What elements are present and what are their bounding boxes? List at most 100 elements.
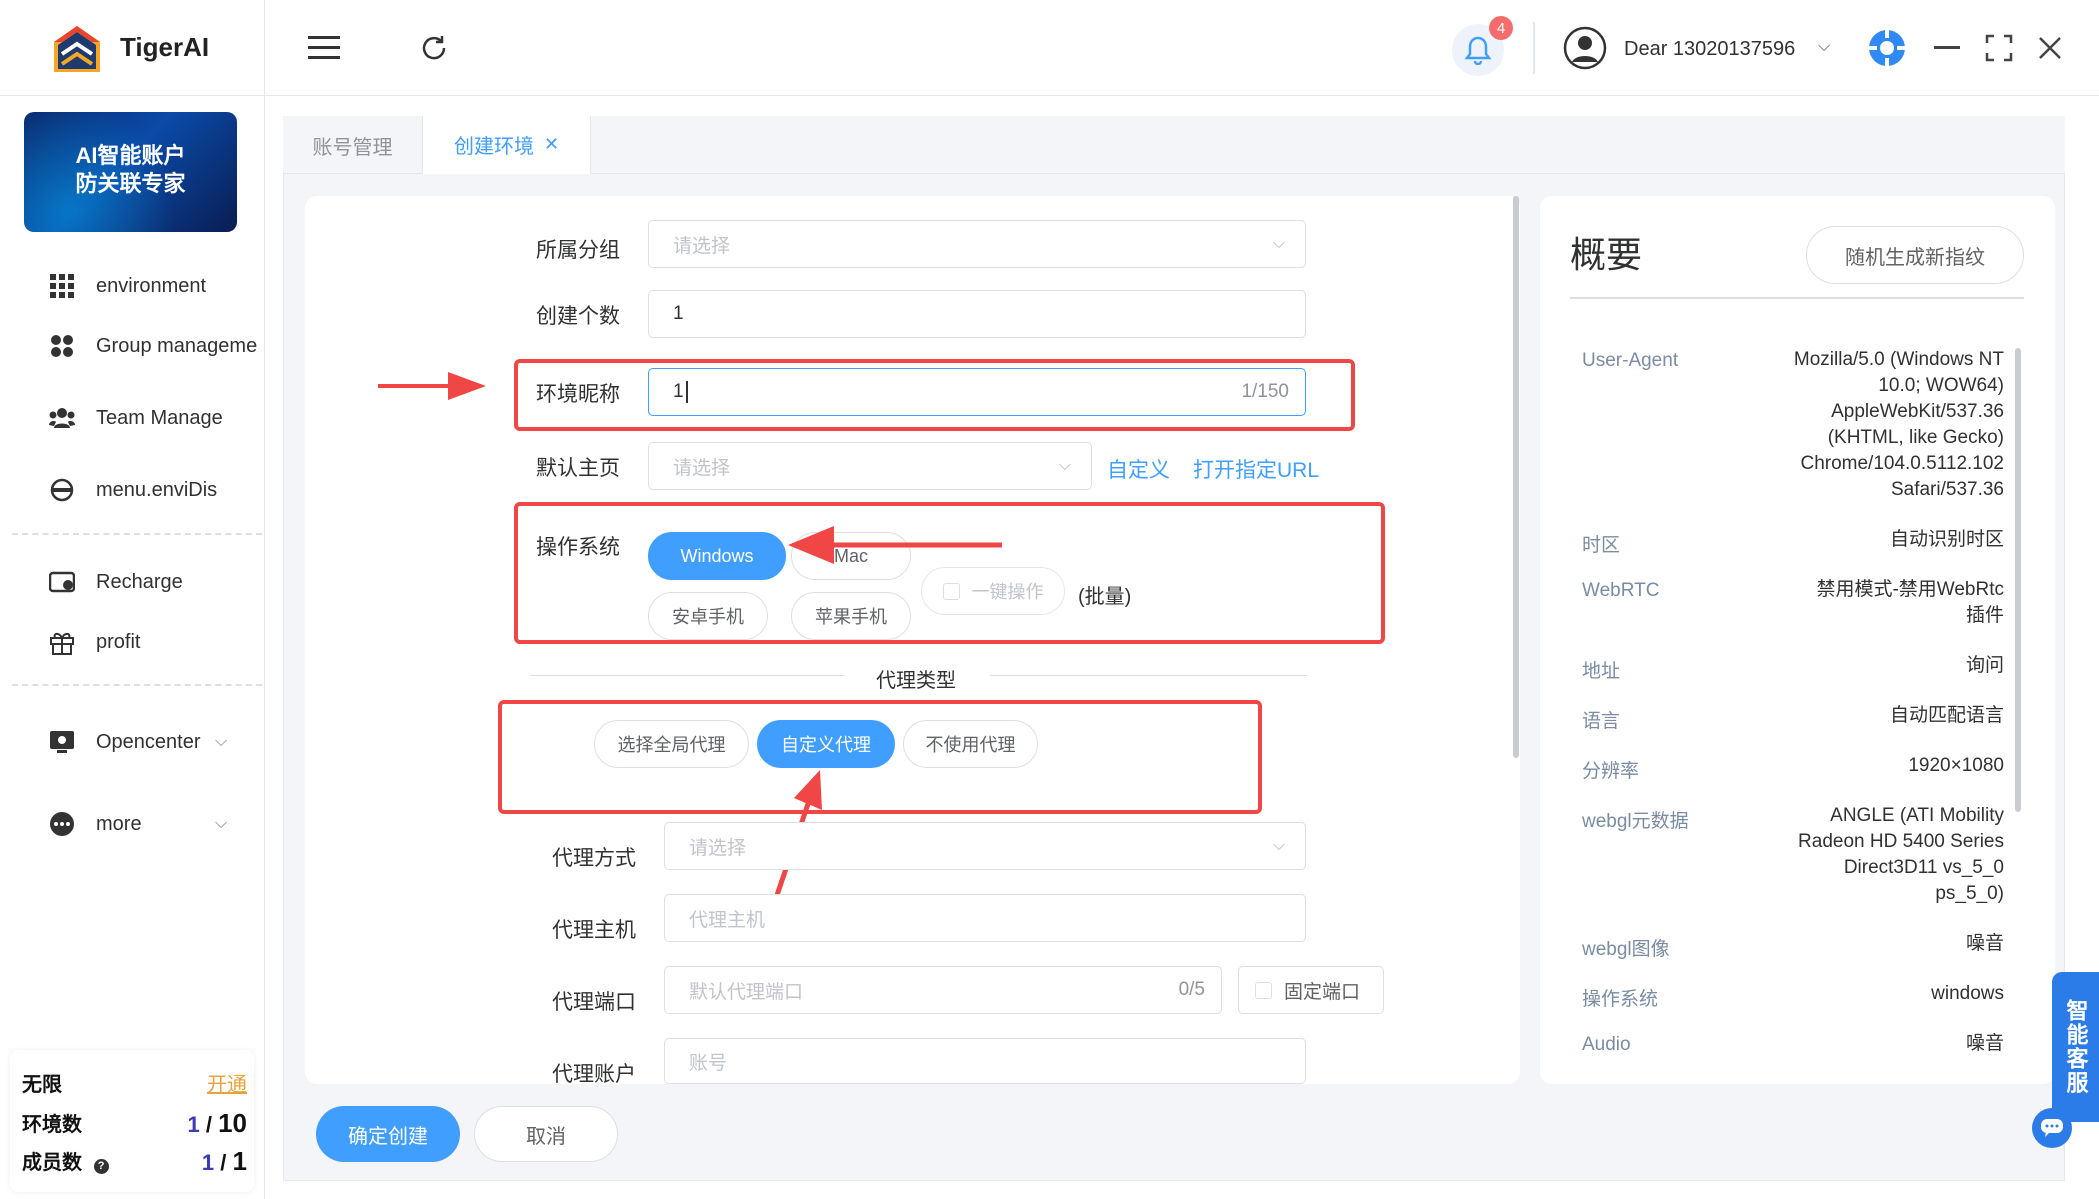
sidebar-item-recharge[interactable]: Recharge — [0, 558, 265, 606]
chevron-down-icon: ⌵ — [1272, 235, 1285, 252]
env-separator: / — [205, 1112, 212, 1137]
regenerate-fingerprint-button[interactable]: 随机生成新指纹 — [1806, 226, 2024, 284]
menu-toggle-icon[interactable] — [306, 30, 342, 66]
help-icon[interactable]: ? — [93, 1159, 109, 1174]
tab-label: 创建环境 — [453, 136, 534, 158]
proxy-option-custom[interactable]: 自定义代理 — [757, 720, 895, 768]
proxy-port-counter: 0/5 — [1178, 979, 1205, 1000]
count-input[interactable]: 1 — [648, 290, 1306, 338]
browser-icon[interactable] — [1866, 27, 1908, 69]
summary-key: webgl图像 — [1582, 939, 1670, 960]
summary-key: 分辨率 — [1582, 761, 1640, 782]
proxy-host-label: 代理主机 — [552, 919, 636, 942]
checkbox-icon — [1255, 981, 1272, 999]
summary-value: Mozilla/5.0 (Windows NT 10.0; WOW64) App… — [1793, 349, 2004, 500]
fixed-port-checkbox[interactable]: 固定端口 — [1238, 966, 1384, 1014]
tab-account-management[interactable]: 账号管理 — [283, 116, 423, 174]
sidebar-item-label: Opencenter — [96, 730, 201, 753]
summary-key: 操作系统 — [1582, 989, 1659, 1010]
topbar-divider — [1533, 22, 1535, 74]
homepage-select[interactable]: 请选择 ⌵ — [648, 442, 1092, 490]
summary-value: 自动匹配语言 — [1889, 705, 2004, 726]
sidebar-divider — [12, 684, 262, 686]
section-divider — [990, 675, 1307, 676]
proxy-option-none[interactable]: 不使用代理 — [903, 720, 1038, 768]
proxy-host-input[interactable]: 代理主机 — [664, 894, 1306, 942]
env-count-label: 环境数 — [22, 1114, 82, 1136]
sidebar-item-environment[interactable]: environment — [0, 262, 265, 310]
sidebar-item-group-management[interactable]: Group manageme — [0, 322, 265, 370]
sidebar-item-opencenter[interactable]: Opencenter ⌵ — [0, 718, 265, 766]
avatar[interactable] — [1563, 26, 1607, 70]
proxy-port-placeholder: 默认代理端口 — [689, 981, 804, 1003]
chevron-down-icon[interactable]: ⌵ — [1818, 38, 1830, 56]
count-label: 创建个数 — [536, 305, 620, 328]
form-scrollbar[interactable] — [1513, 196, 1519, 758]
env-total: 10 — [218, 1108, 247, 1138]
homepage-custom-link[interactable]: 自定义 — [1107, 454, 1170, 484]
os-option-ios[interactable]: 苹果手机 — [791, 592, 911, 640]
sidebar-item-label: environment — [96, 274, 207, 297]
quota-member-row: 成员数 ? 1 / 1 — [22, 1146, 247, 1176]
proxy-account-label: 代理账户 — [552, 1063, 636, 1086]
os-option-label: Windows — [680, 545, 754, 566]
api-icon — [48, 728, 76, 756]
tab-create-environment[interactable]: 创建环境 ✕ — [423, 116, 591, 174]
maximize-icon[interactable] — [1983, 32, 2015, 64]
homepage-open-url-link[interactable]: 打开指定URL — [1193, 454, 1319, 484]
refresh-icon[interactable] — [416, 30, 452, 66]
proxy-type-title: 代理类型 — [876, 670, 956, 692]
sidebar-item-label: profit — [96, 630, 141, 653]
logo-area: TigerAI — [0, 0, 265, 96]
sidebar-item-team-manage[interactable]: Team Manage — [0, 394, 265, 442]
customer-service-tab[interactable]: 智能客服 — [2052, 972, 2099, 1122]
proxy-port-input[interactable]: 默认代理端口 0/5 — [664, 966, 1222, 1014]
close-icon[interactable] — [2034, 32, 2066, 64]
homepage-label: 默认主页 — [536, 457, 620, 480]
chevron-down-icon: ⌵ — [215, 815, 228, 832]
batch-note: (批量) — [1078, 586, 1132, 608]
annotation-arrow-icon — [788, 526, 1002, 564]
cancel-button[interactable]: 取消 — [474, 1106, 618, 1162]
summary-value: 噪音 — [1965, 1033, 2004, 1054]
sidebar-item-profit[interactable]: profit — [0, 618, 265, 666]
open-plan-link[interactable]: 开通 — [207, 1068, 247, 1097]
proxy-method-label: 代理方式 — [552, 847, 636, 870]
proxy-account-input[interactable]: 账号 — [664, 1038, 1306, 1084]
chat-icon[interactable] — [2032, 1108, 2072, 1148]
banner-line-1: AI智能账户 — [75, 143, 186, 168]
sidebar-item-more[interactable]: more ⌵ — [0, 800, 265, 848]
chevron-down-icon: ⌵ — [1272, 837, 1285, 854]
nickname-input[interactable]: 1 1/150 — [648, 368, 1306, 416]
summary-key: WebRTC — [1582, 580, 1660, 601]
proxy-option-label: 选择全局代理 — [617, 735, 726, 755]
group-select[interactable]: 请选择 ⌵ — [648, 220, 1306, 268]
notification-badge: 4 — [1489, 16, 1513, 40]
confirm-create-button[interactable]: 确定创建 — [316, 1106, 460, 1162]
user-name[interactable]: Dear 13020137596 — [1624, 38, 1795, 61]
group-label: 所属分组 — [536, 239, 620, 262]
summary-title: 概要 — [1570, 234, 1643, 275]
env-used: 1 — [187, 1112, 200, 1137]
promo-banner[interactable]: AI智能账户 防关联专家 — [24, 112, 237, 232]
sidebar-item-envi-dis[interactable]: menu.enviDis — [0, 466, 265, 514]
fixed-port-label: 固定端口 — [1284, 981, 1361, 1003]
proxy-option-global[interactable]: 选择全局代理 — [594, 720, 749, 768]
tab-close-icon[interactable]: ✕ — [544, 134, 559, 155]
count-value: 1 — [673, 303, 684, 324]
os-option-windows[interactable]: Windows — [648, 532, 786, 580]
nickname-value: 1 — [673, 381, 684, 402]
summary-scrollbar[interactable] — [2015, 348, 2021, 812]
member-total: 1 — [232, 1146, 247, 1176]
summary-value: 1920×1080 — [1908, 755, 2004, 776]
proxy-port-label: 代理端口 — [552, 991, 636, 1014]
batch-operation-checkbox[interactable]: 一键操作 — [921, 567, 1065, 615]
summary-value: 询问 — [1965, 655, 2004, 676]
plan-name: 无限 — [22, 1074, 62, 1096]
os-option-android[interactable]: 安卓手机 — [648, 592, 768, 640]
logo-icon — [54, 26, 100, 72]
proxy-method-select[interactable]: 请选择 ⌵ — [664, 822, 1306, 870]
summary-key: 地址 — [1582, 661, 1621, 682]
minimize-icon[interactable] — [1932, 30, 1962, 66]
homepage-placeholder: 请选择 — [673, 457, 731, 479]
